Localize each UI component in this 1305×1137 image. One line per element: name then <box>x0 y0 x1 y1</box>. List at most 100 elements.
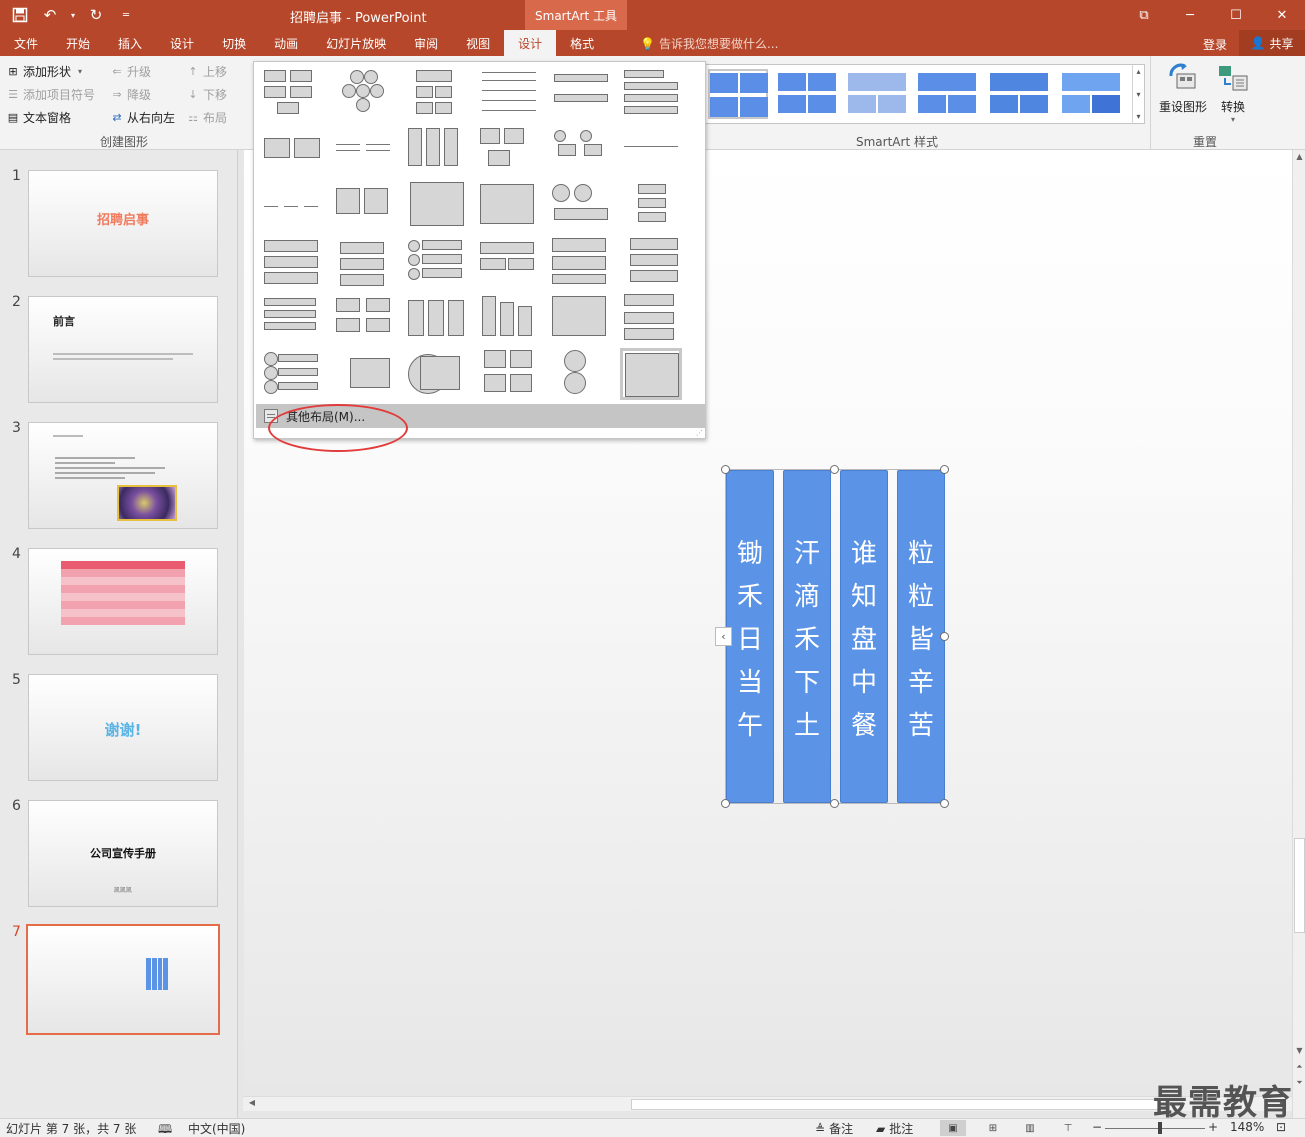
gallery-more-icon[interactable]: ▾ <box>1136 112 1140 121</box>
language-indicator[interactable]: 中文(中国) <box>188 1120 245 1137</box>
layout-option[interactable] <box>620 68 682 120</box>
layout-option[interactable] <box>478 236 540 288</box>
layout-option[interactable] <box>620 292 682 344</box>
layout-option[interactable] <box>478 124 540 176</box>
layout-option[interactable] <box>406 124 468 176</box>
zoom-slider-track[interactable] <box>1105 1128 1205 1129</box>
style-thumb[interactable] <box>990 69 1050 119</box>
slide-thumbnail-3[interactable]: 3 <box>0 420 238 532</box>
chevron-up-icon[interactable]: ▴ <box>1136 67 1140 76</box>
layout-option[interactable] <box>620 124 682 176</box>
style-thumb[interactable] <box>708 69 768 119</box>
layout-option[interactable] <box>262 124 324 176</box>
resize-handle[interactable] <box>830 799 839 808</box>
layout-option[interactable] <box>478 292 540 344</box>
slide-thumbnail-4[interactable]: 4 <box>0 546 238 658</box>
ribbon-tab[interactable]: 开始 <box>52 30 104 56</box>
reading-view-icon[interactable]: ▥ <box>1017 1120 1043 1136</box>
right-to-left-button[interactable]: ⇄ 从右向左 <box>110 109 175 126</box>
gallery-scroll[interactable]: ▴ ▾ ▾ <box>1132 65 1144 123</box>
slide-preview[interactable]: 谢谢! <box>28 674 218 781</box>
layout-option[interactable] <box>334 68 396 120</box>
resize-handle[interactable] <box>940 465 949 474</box>
scroll-left-icon[interactable]: ◀ <box>245 1098 259 1110</box>
text-pane-toggle-button[interactable]: ‹ <box>715 627 732 646</box>
next-slide-icon[interactable]: ⏷ <box>1294 1078 1305 1090</box>
chevron-down-icon[interactable]: ▾ <box>1136 90 1140 99</box>
slide-thumbnail-6[interactable]: 6 公司宣传手册 凯凯凯 <box>0 798 238 910</box>
ribbon-tab[interactable]: 切换 <box>208 30 260 56</box>
horizontal-scroll-thumb[interactable] <box>631 1099 1166 1110</box>
demote-button[interactable]: ⇒ 降级 <box>110 86 151 103</box>
proofing-icon[interactable]: 🕮 <box>158 1120 172 1137</box>
redo-icon[interactable]: ↻ <box>84 4 108 26</box>
layout-option[interactable] <box>406 180 468 232</box>
convert-button[interactable]: 转换 ▾ <box>1217 62 1249 124</box>
smartart-shape-4[interactable]: 粒 粒 皆 辛 苦 <box>897 470 945 803</box>
layout-option[interactable] <box>620 348 682 400</box>
ribbon-tab[interactable]: 视图 <box>452 30 504 56</box>
comments-button[interactable]: ▰ 批注 <box>876 1120 913 1137</box>
layout-option[interactable] <box>334 236 396 288</box>
layout-option[interactable] <box>262 68 324 120</box>
vertical-scroll-thumb[interactable] <box>1294 838 1305 933</box>
minimize-icon[interactable]: ─ <box>1167 0 1213 30</box>
undo-icon[interactable]: ↶ <box>38 4 62 26</box>
slide-preview[interactable]: 招聘启事 <box>28 170 218 277</box>
slide-sorter-view-icon[interactable]: ⊞ <box>980 1120 1006 1136</box>
tell-me-box[interactable]: 💡 告诉我您想要做什么... <box>640 35 778 52</box>
share-button[interactable]: 👤 共享 <box>1239 30 1305 56</box>
slide-thumbnail-panel[interactable]: 1 招聘启事 2 前言 3 4 5 谢谢! 6 公司宣传手册 凯凯凯 7 <box>0 150 238 1118</box>
text-pane-button[interactable]: ▤ 文本窗格 <box>6 109 71 126</box>
resize-handle[interactable] <box>940 799 949 808</box>
ribbon-tab[interactable]: 动画 <box>260 30 312 56</box>
style-thumb[interactable] <box>1062 69 1122 119</box>
slide-preview[interactable] <box>26 924 220 1035</box>
smartart-shape-3[interactable]: 谁 知 盘 中 餐 <box>840 470 888 803</box>
smartart-shape-2[interactable]: 汗 滴 禾 下 土 <box>783 470 831 803</box>
reset-graphic-button[interactable]: 重设图形 <box>1159 62 1207 115</box>
layout-option[interactable] <box>262 236 324 288</box>
ribbon-tab[interactable]: 插入 <box>104 30 156 56</box>
resize-grip-icon[interactable]: ⋰ <box>696 429 703 437</box>
ribbon-tab[interactable]: 幻灯片放映 <box>312 30 400 56</box>
layout-option[interactable] <box>550 348 612 400</box>
layout-option[interactable] <box>478 348 540 400</box>
layout-option[interactable] <box>262 292 324 344</box>
layout-option[interactable] <box>550 292 612 344</box>
layout-option[interactable] <box>550 124 612 176</box>
ribbon-tab[interactable]: 设计 <box>504 30 557 56</box>
style-thumb[interactable] <box>848 69 908 119</box>
ribbon-tab[interactable]: 格式 <box>556 30 608 56</box>
layout-option[interactable] <box>550 68 612 120</box>
move-down-button[interactable]: ↓ 下移 <box>186 86 227 103</box>
previous-slide-icon[interactable]: ⏶ <box>1294 1062 1305 1074</box>
ribbon-tab[interactable]: 文件 <box>0 30 52 56</box>
close-icon[interactable]: ✕ <box>1259 0 1305 30</box>
move-up-button[interactable]: ↑ 上移 <box>186 63 227 80</box>
layout-option[interactable] <box>334 180 396 232</box>
style-thumb[interactable] <box>778 69 838 119</box>
resize-handle[interactable] <box>830 465 839 474</box>
layout-option[interactable] <box>478 68 540 120</box>
layout-option[interactable] <box>620 180 682 232</box>
ribbon-tab[interactable]: 审阅 <box>400 30 452 56</box>
add-bullet-button[interactable]: ☰ 添加项目符号 <box>6 86 95 103</box>
layout-option[interactable] <box>406 68 468 120</box>
ribbon-tab[interactable]: 设计 <box>156 30 208 56</box>
slide-preview[interactable] <box>28 422 218 529</box>
slide-thumbnail-5[interactable]: 5 谢谢! <box>0 672 238 784</box>
undo-dropdown-icon[interactable]: ▾ <box>68 4 78 26</box>
slide-preview[interactable] <box>28 548 218 655</box>
layout-option[interactable] <box>550 180 612 232</box>
zoom-out-icon[interactable]: − <box>1092 1120 1102 1134</box>
layout-option[interactable] <box>262 180 324 232</box>
scroll-down-icon[interactable]: ▼ <box>1294 1046 1305 1058</box>
slide-thumbnail-7[interactable]: 7 <box>0 924 238 1036</box>
layout-option[interactable] <box>406 348 468 400</box>
customize-qat-icon[interactable]: ═ <box>114 4 138 26</box>
slide-thumbnail-1[interactable]: 1 招聘启事 <box>0 168 238 280</box>
normal-view-icon[interactable]: ▣ <box>940 1120 966 1136</box>
slide-thumbnail-2[interactable]: 2 前言 <box>0 294 238 406</box>
vertical-scrollbar[interactable]: ▲ ▼ ⏶ ⏷ <box>1292 150 1305 1118</box>
